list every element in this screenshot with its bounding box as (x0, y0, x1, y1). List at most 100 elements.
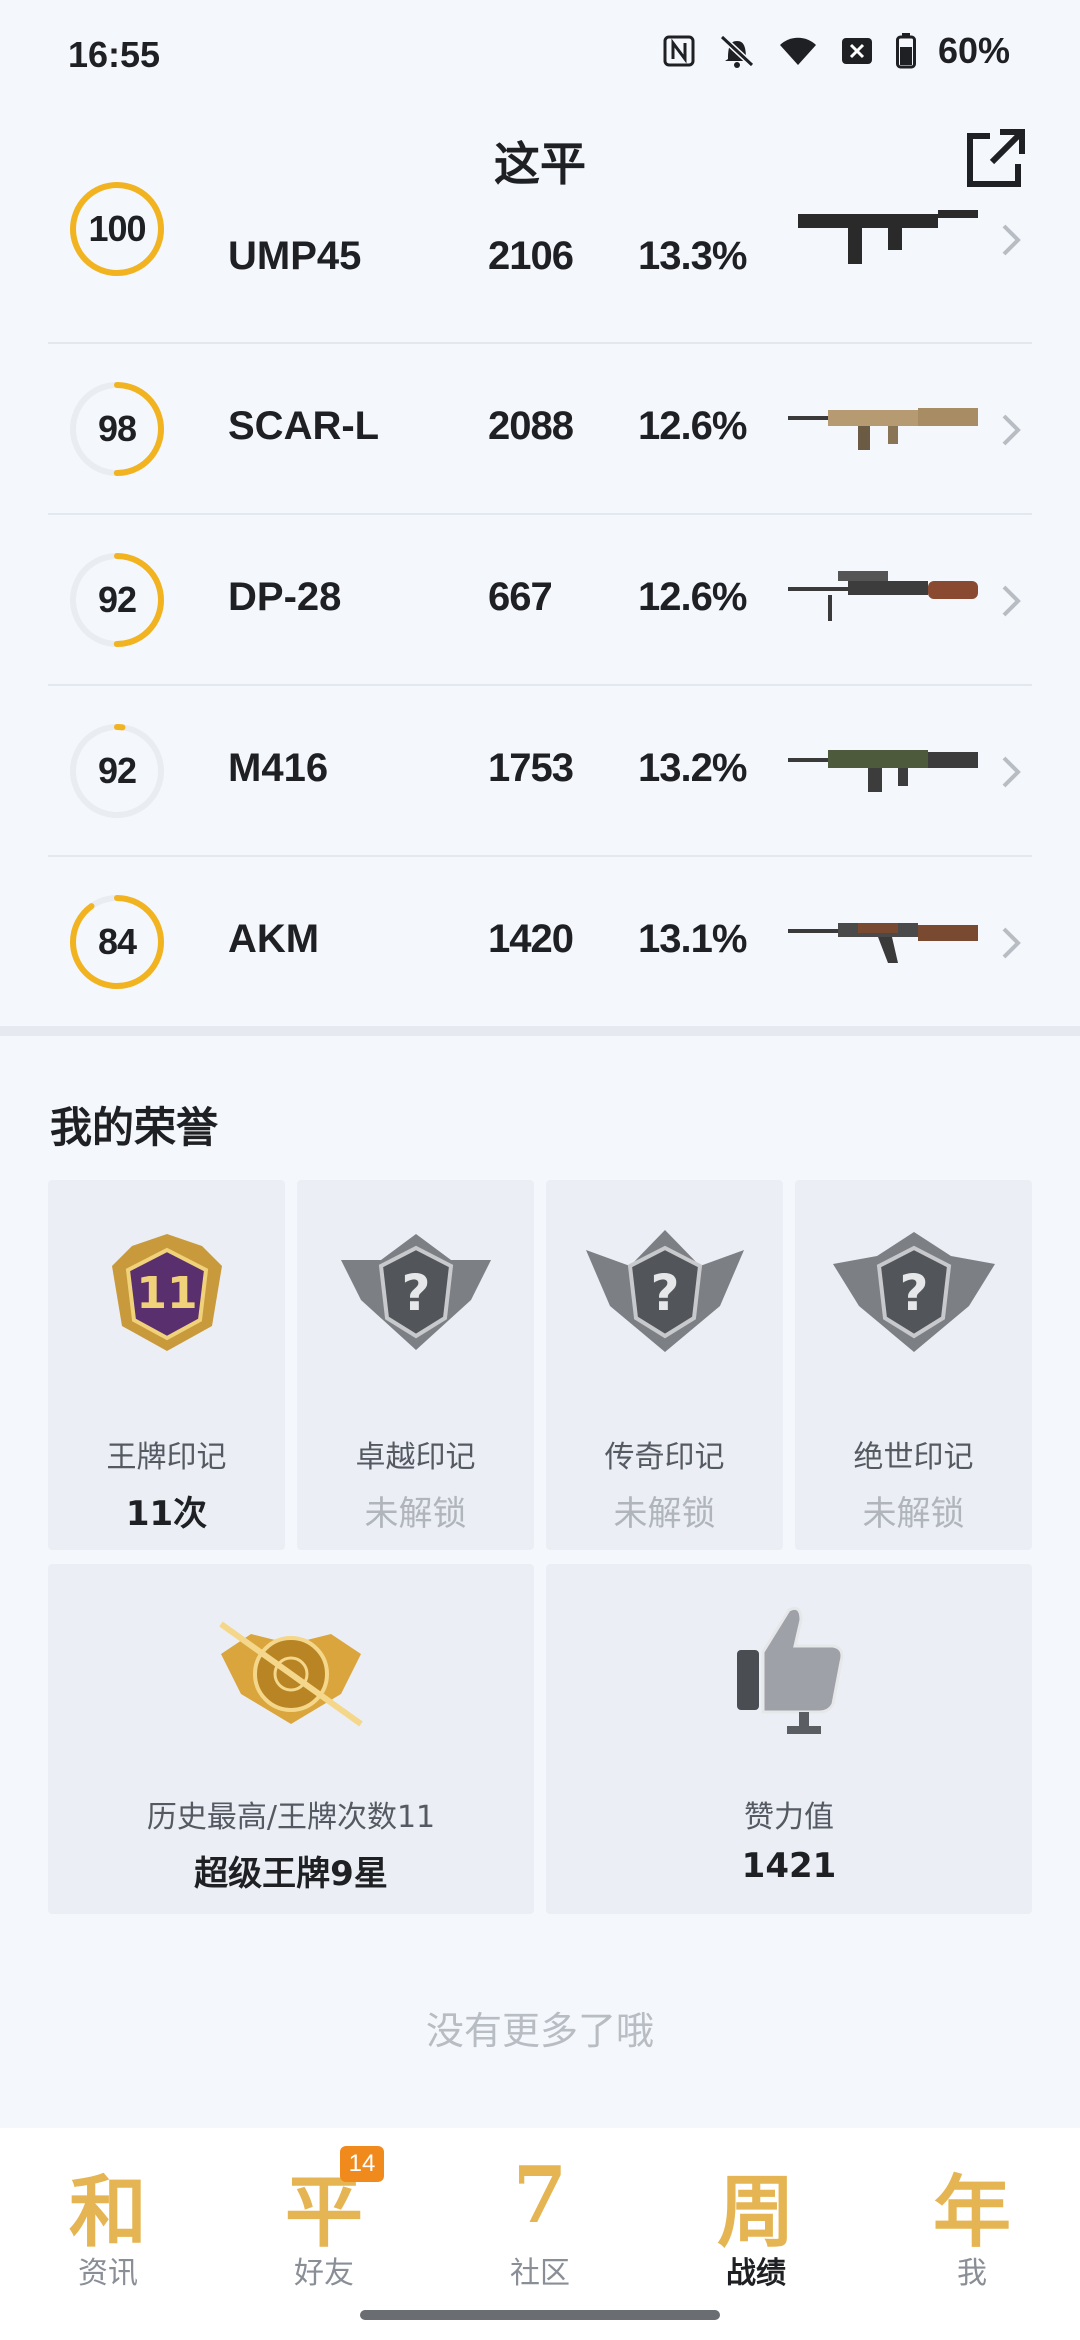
nav-item-news[interactable]: 和 资讯 (0, 2140, 216, 2320)
proficiency-score: 100 (88, 208, 146, 249)
weapon-name: M416 (228, 746, 329, 790)
locked-mark-badge: ? (832, 1232, 995, 1352)
honor-label: 赞力值 (744, 1800, 834, 1835)
chevron-right-icon (1002, 224, 1021, 256)
weapon-name: DP-28 (228, 575, 342, 619)
proficiency-gauge: 98 (68, 380, 166, 478)
honor-card-ace-mark[interactable]: 11 王牌印记 11次 (48, 1180, 285, 1550)
weapon-row[interactable]: 100 UMP45 2106 13.3% (48, 182, 1032, 344)
honor-value: 未解锁 (364, 1494, 467, 1534)
battery-icon (895, 33, 916, 69)
m416-image (788, 750, 978, 792)
sim-off-icon (841, 38, 872, 64)
weapon-rate: 13.1% (638, 917, 747, 961)
nav-label: 好友 (294, 2256, 354, 2291)
weapon-name: AKM (228, 917, 320, 961)
weapon-row[interactable]: 98 SCAR-L 2088 12.6% (48, 344, 1032, 515)
proficiency-score: 84 (97, 921, 137, 962)
honor-value: 未解锁 (862, 1494, 965, 1534)
bottom-nav: 和 资讯 平 14 好友 7 社区 周 战绩 年 我 (0, 2128, 1080, 2340)
honor-value: 1421 (741, 1846, 837, 1886)
status-time: 16:55 (68, 34, 161, 75)
honor-label: 历史最高/王牌次数11 (146, 1800, 436, 1835)
weapon-rate: 13.3% (638, 234, 747, 278)
end-of-list-text: 没有更多了哦 (425, 2009, 654, 2053)
proficiency-score: 98 (97, 408, 137, 449)
locked-mark-badge: ? (340, 1234, 491, 1350)
proficiency-gauge: 92 (68, 551, 166, 649)
dp-28-image (788, 571, 978, 621)
honors-section-title: 我的荣誉 (50, 1103, 219, 1152)
nav-label: 我 (957, 2256, 987, 2291)
proficiency-score: 92 (97, 750, 137, 791)
weapon-row[interactable]: 84 AKM 1420 13.1% (48, 857, 1032, 1028)
nav-item-community[interactable]: 7 社区 (432, 2140, 648, 2320)
nav-label: 战绩 (726, 2256, 786, 2291)
akm-image (788, 923, 978, 963)
nav-glyph-7th: 7 (512, 2150, 568, 2241)
honor-card-highest-rank[interactable]: 历史最高/王牌次数11 超级王牌9星 (48, 1564, 534, 1914)
ace-mark-badge: 11 (111, 1234, 222, 1351)
home-indicator[interactable] (360, 2310, 720, 2320)
share-button[interactable] (960, 122, 1032, 194)
weapon-kills: 1753 (488, 746, 574, 790)
section-divider (0, 1026, 1080, 1036)
weapon-kills: 2088 (488, 404, 574, 448)
honor-card-legend-mark[interactable]: ? 传奇印记 未解锁 (546, 1180, 783, 1550)
ace-rank-badge (219, 1621, 363, 1727)
chevron-right-icon (1002, 585, 1021, 617)
nav-label: 社区 (510, 2256, 570, 2291)
badge-number: 11 (136, 1268, 197, 1319)
honor-value: 11次 (125, 1494, 208, 1534)
nfc-icon (663, 35, 695, 67)
proficiency-gauge: 84 (68, 893, 166, 991)
weapon-rate: 12.6% (638, 404, 747, 448)
badge-question: ? (401, 1264, 430, 1322)
honor-value: 超级王牌9星 (194, 1854, 388, 1894)
nav-glyph-he: 和 (68, 2167, 147, 2258)
mute-icon (719, 34, 754, 68)
nav-glyph-nian: 年 (932, 2167, 1011, 2258)
honor-value: 未解锁 (613, 1494, 716, 1534)
proficiency-gauge: 92 (68, 722, 166, 820)
scar-l-image (788, 408, 978, 450)
proficiency-score: 92 (97, 579, 137, 620)
weapon-kills: 1420 (488, 917, 574, 961)
chevron-right-icon (1002, 414, 1021, 446)
share-external-icon (967, 129, 1025, 187)
status-icons: 60% (662, 30, 1010, 72)
honor-card-likes[interactable]: 赞力值 1421 (546, 1564, 1032, 1914)
nav-item-stats[interactable]: 周 战绩 (648, 2140, 864, 2320)
badge-question: ? (650, 1264, 679, 1322)
honor-label: 传奇印记 (604, 1440, 725, 1475)
weapon-rate: 13.2% (638, 746, 747, 790)
notification-badge: 14 (340, 2146, 384, 2182)
weapon-list: 100 UMP45 2106 13.3% 98 SCAR-L 2088 12.6… (48, 182, 1032, 1028)
weapon-name: UMP45 (228, 234, 362, 278)
honor-card-peerless-mark[interactable]: ? 绝世印记 未解锁 (795, 1180, 1032, 1550)
locked-mark-badge: ? (585, 1230, 744, 1352)
honor-label: 王牌印记 (106, 1440, 227, 1475)
battery-percent: 60% (937, 30, 1010, 71)
nav-item-friends[interactable]: 平 14 好友 (216, 2140, 432, 2320)
status-bar: 16:55 60% (0, 0, 1080, 110)
weapon-rate: 12.6% (638, 575, 747, 619)
proficiency-gauge: 100 (68, 180, 166, 278)
weapon-row[interactable]: 92 M416 1753 13.2% (48, 686, 1032, 857)
ump45-image (798, 210, 978, 264)
weapon-kills: 667 (488, 575, 553, 619)
nav-glyph-ping: 平 (284, 2167, 363, 2258)
nav-glyph-zhou: 周 (716, 2167, 795, 2258)
honor-label: 绝世印记 (853, 1440, 974, 1475)
wifi-icon (779, 37, 816, 65)
honor-card-excellence-mark[interactable]: ? 卓越印记 未解锁 (297, 1180, 534, 1550)
weapon-name: SCAR-L (228, 404, 380, 448)
badge-question: ? (899, 1264, 928, 1322)
honor-label: 卓越印记 (355, 1440, 476, 1475)
nav-item-me[interactable]: 年 我 (864, 2140, 1080, 2320)
weapon-row[interactable]: 92 DP-28 667 12.6% (48, 515, 1032, 686)
chevron-right-icon (1002, 756, 1021, 788)
nav-label: 资讯 (78, 2256, 138, 2291)
weapon-kills: 2106 (488, 234, 574, 278)
chevron-right-icon (1002, 927, 1021, 959)
